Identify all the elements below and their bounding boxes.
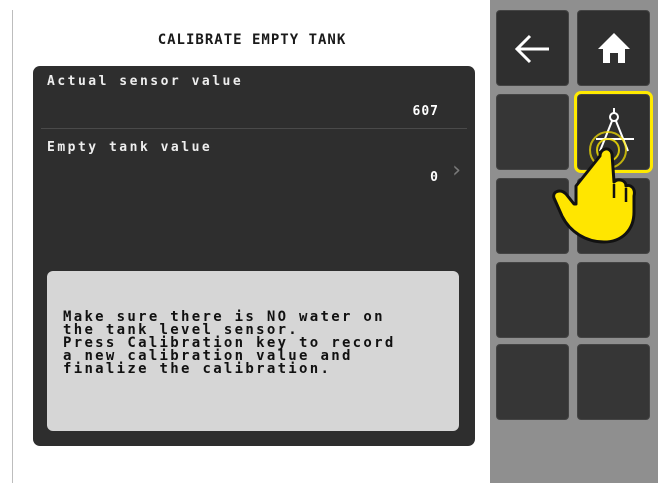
instruction-line: finalize the calibration. bbox=[63, 361, 332, 377]
instruction-box: Make sure there is NO water on the tank … bbox=[47, 271, 459, 431]
page-title: CALIBRATE EMPTY TANK bbox=[157, 32, 347, 48]
calibration-panel: Actual sensor value 607 Empty tank value… bbox=[33, 66, 475, 446]
back-key[interactable] bbox=[496, 10, 569, 86]
home-key[interactable] bbox=[577, 10, 650, 86]
calibration-screen: CALIBRATE EMPTY TANK Actual sensor value… bbox=[12, 10, 491, 483]
chevron-right-icon: › bbox=[452, 158, 461, 183]
empty-key-r5-right[interactable] bbox=[577, 344, 650, 420]
empty-key-r5-left[interactable] bbox=[496, 344, 569, 420]
home-icon bbox=[598, 33, 630, 63]
actual-sensor-value: 607 bbox=[412, 104, 439, 119]
back-arrow-icon bbox=[514, 34, 549, 64]
pointing-hand-icon bbox=[552, 131, 636, 244]
empty-key-r4-right[interactable] bbox=[577, 262, 650, 338]
actual-sensor-label: Actual sensor value bbox=[47, 74, 244, 89]
field-divider bbox=[41, 128, 467, 129]
empty-tank-row[interactable]: Empty tank value 0 › bbox=[33, 130, 475, 200]
empty-tank-label: Empty tank value bbox=[47, 140, 213, 155]
empty-tank-value: 0 bbox=[430, 170, 439, 185]
empty-key-r4-left[interactable] bbox=[496, 262, 569, 338]
